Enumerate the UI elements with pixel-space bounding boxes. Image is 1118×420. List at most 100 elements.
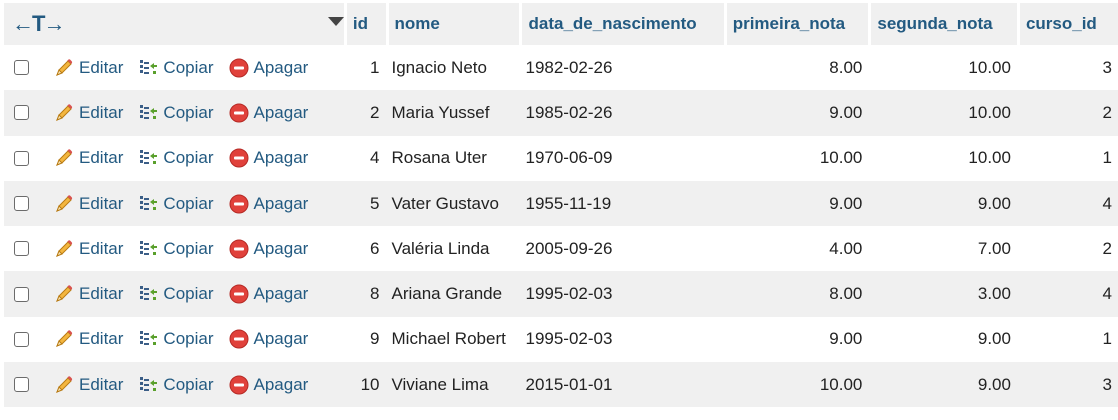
row-actions-cell: Editar Copiar Apagar xyxy=(4,90,344,136)
cell-nome: Michael Robert xyxy=(385,316,520,363)
copy-button[interactable]: Copiar xyxy=(137,374,214,396)
pencil-icon xyxy=(53,57,75,79)
delete-label: Apagar xyxy=(253,374,309,394)
copy-button[interactable]: Copiar xyxy=(137,283,214,305)
delete-label: Apagar xyxy=(253,238,309,258)
edit-label: Editar xyxy=(79,284,124,304)
column-resize-arrows-icon[interactable]: ←T→ xyxy=(12,11,65,37)
copy-button[interactable]: Copiar xyxy=(137,238,214,260)
edit-button[interactable]: Editar xyxy=(53,328,123,350)
copy-button[interactable]: Copiar xyxy=(137,147,214,169)
pencil-icon xyxy=(53,102,75,124)
pencil-icon xyxy=(53,193,75,215)
edit-label: Editar xyxy=(79,329,124,349)
pencil-icon xyxy=(53,238,75,260)
row-select-checkbox[interactable] xyxy=(14,150,29,166)
copy-label: Copiar xyxy=(163,284,214,304)
copy-label: Copiar xyxy=(163,329,214,349)
table-row: Editar Copiar Apagar 4 Rosana Uter 1970-06-09… xyxy=(4,135,1118,181)
delete-button[interactable]: Apagar xyxy=(228,193,309,215)
row-select-checkbox[interactable] xyxy=(14,286,29,302)
cell-segunda-nota: 9.00 xyxy=(868,362,1017,408)
edit-button[interactable]: Editar xyxy=(53,57,123,79)
table-row: Editar Copiar Apagar 10 Viviane Lima 2015-01-… xyxy=(4,362,1118,408)
cell-segunda-nota: 7.00 xyxy=(868,226,1017,272)
column-header-primeira-nota[interactable]: primeira_nota xyxy=(723,3,869,45)
edit-button[interactable]: Editar xyxy=(53,283,123,305)
copy-label: Copiar xyxy=(163,148,214,168)
column-header-nome[interactable]: nome xyxy=(385,3,520,45)
cell-curso-id: 1 xyxy=(1016,316,1118,363)
delete-button[interactable]: Apagar xyxy=(228,102,309,124)
actions-column-header: ←T→ xyxy=(4,3,344,45)
cell-primeira-nota: 4.00 xyxy=(723,226,869,272)
pencil-icon xyxy=(53,147,75,169)
cell-data-de-nascimento: 1982-02-26 xyxy=(519,45,724,91)
row-select-checkbox[interactable] xyxy=(14,196,29,212)
delete-icon xyxy=(228,102,250,124)
cell-curso-id: 4 xyxy=(1016,180,1118,227)
delete-label: Apagar xyxy=(253,102,309,122)
delete-icon xyxy=(228,238,250,260)
cell-id: 9 xyxy=(343,316,386,363)
cell-curso-id: 3 xyxy=(1016,362,1118,408)
row-actions-cell: Editar Copiar Apagar xyxy=(4,226,344,272)
row-select-checkbox[interactable] xyxy=(14,377,29,393)
delete-button[interactable]: Apagar xyxy=(228,147,308,169)
delete-label: Apagar xyxy=(253,193,309,213)
cell-data-de-nascimento: 2015-01-01 xyxy=(519,362,724,408)
copy-icon xyxy=(137,102,159,124)
copy-button[interactable]: Copiar xyxy=(137,102,214,124)
edit-button[interactable]: Editar xyxy=(53,238,123,260)
delete-button[interactable]: Apagar xyxy=(228,374,309,396)
delete-label: Apagar xyxy=(253,284,309,304)
delete-button[interactable]: Apagar xyxy=(228,238,309,260)
delete-button[interactable]: Apagar xyxy=(228,328,309,350)
delete-button[interactable]: Apagar xyxy=(228,283,309,305)
row-actions-cell: Editar Copiar Apagar xyxy=(4,362,344,408)
copy-button[interactable]: Copiar xyxy=(137,57,214,79)
cell-data-de-nascimento: 1955-11-19 xyxy=(519,180,724,227)
copy-label: Copiar xyxy=(163,238,214,258)
edit-label: Editar xyxy=(79,57,124,77)
delete-icon xyxy=(228,147,250,169)
edit-button[interactable]: Editar xyxy=(53,374,123,396)
cell-curso-id: 4 xyxy=(1016,271,1118,317)
cell-nome: Valéria Linda xyxy=(385,226,520,272)
delete-button[interactable]: Apagar xyxy=(228,57,309,79)
row-actions-cell: Editar Copiar Apagar xyxy=(4,135,344,181)
edit-button[interactable]: Editar xyxy=(53,102,123,124)
row-select-checkbox[interactable] xyxy=(14,105,29,121)
copy-icon xyxy=(137,374,159,396)
column-header-curso-id[interactable]: curso_id xyxy=(1016,3,1118,45)
row-select-checkbox[interactable] xyxy=(14,241,29,257)
cell-nome: Maria Yussef xyxy=(385,90,520,136)
sort-dropdown-icon[interactable] xyxy=(327,17,344,26)
cell-segunda-nota: 10.00 xyxy=(868,45,1017,91)
edit-button[interactable]: Editar xyxy=(53,193,123,215)
copy-label: Copiar xyxy=(163,57,214,77)
copy-icon xyxy=(137,283,159,305)
cell-primeira-nota: 8.00 xyxy=(723,271,869,317)
row-select-checkbox[interactable] xyxy=(14,60,29,76)
cell-segunda-nota: 9.00 xyxy=(868,180,1017,227)
row-actions-cell: Editar Copiar Apagar xyxy=(4,180,344,227)
delete-icon xyxy=(228,328,250,350)
copy-button[interactable]: Copiar xyxy=(137,193,214,215)
header-row: ←T→ id nome data_de_nascimento primeira_… xyxy=(4,3,1118,45)
column-header-id[interactable]: id xyxy=(343,3,386,45)
delete-label: Apagar xyxy=(253,57,309,77)
table-row: Editar Copiar Apagar 9 Michael Robert 1995-02… xyxy=(4,316,1118,363)
edit-button[interactable]: Editar xyxy=(53,147,123,169)
copy-button[interactable]: Copiar xyxy=(137,328,214,350)
column-header-segunda-nota[interactable]: segunda_nota xyxy=(868,3,1017,45)
copy-icon xyxy=(137,328,159,350)
edit-label: Editar xyxy=(79,148,124,168)
cell-segunda-nota: 10.00 xyxy=(868,135,1017,181)
cell-segunda-nota: 3.00 xyxy=(868,271,1017,317)
row-select-checkbox[interactable] xyxy=(14,331,29,347)
cell-data-de-nascimento: 1985-02-26 xyxy=(519,90,724,136)
delete-label: Apagar xyxy=(253,329,309,349)
cell-curso-id: 1 xyxy=(1016,135,1118,181)
column-header-data-de-nascimento[interactable]: data_de_nascimento xyxy=(519,3,724,45)
